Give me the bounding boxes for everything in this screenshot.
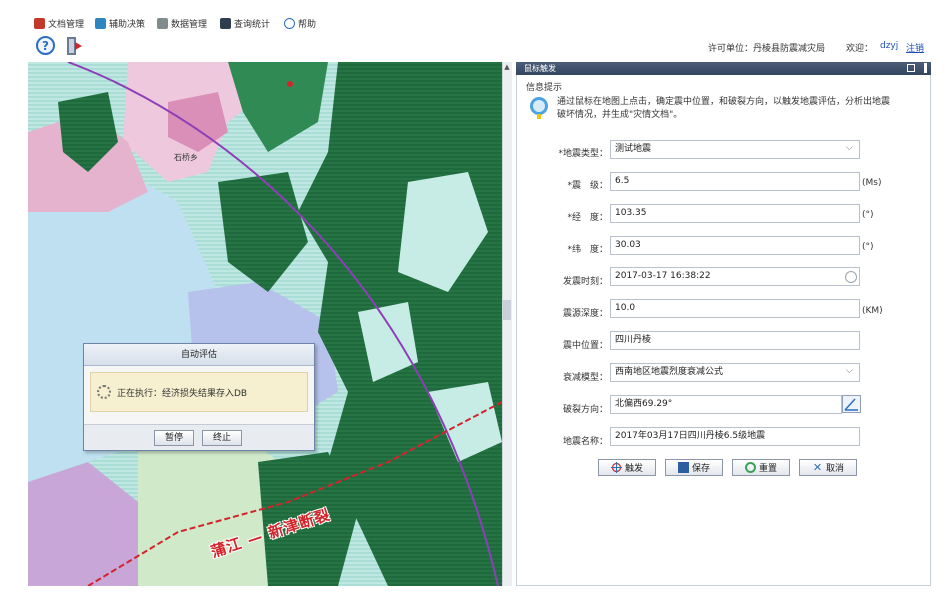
save-button-label: 保存 xyxy=(691,464,710,474)
clock-icon[interactable] xyxy=(845,271,857,283)
trigger-button[interactable]: 触发 xyxy=(598,459,656,476)
dialog-footer: 暂停 终止 xyxy=(84,424,314,450)
data-icon xyxy=(157,17,168,29)
latitude-label: *纬 度： xyxy=(567,245,608,255)
crosshair-icon xyxy=(610,462,622,473)
direction-pick-button[interactable] xyxy=(842,395,861,413)
magnitude-label: *震 级： xyxy=(567,181,608,191)
depth-label: 震源深度： xyxy=(562,309,608,319)
menu-bar: 文档管理 辅助决策 数据管理 查询统计 帮助 xyxy=(0,0,949,34)
latitude-input[interactable]: 30.03 xyxy=(610,236,860,255)
maximize-icon[interactable] xyxy=(907,64,915,72)
occurrence-time-input[interactable]: 2017-03-17 16:38:22 xyxy=(610,267,860,286)
rupture-direction-input[interactable]: 北偏西69.29° xyxy=(610,395,842,414)
quake-name-input[interactable]: 2017年03月17日四川丹棱6.5级地震 xyxy=(610,427,860,446)
license-text: 许可单位：丹棱县防震减灾局 xyxy=(708,44,826,54)
chevron-down-icon[interactable]: ⌵ xyxy=(846,366,853,376)
exit-button[interactable] xyxy=(66,36,84,56)
menu-label: 帮助 xyxy=(298,19,317,30)
trigger-button-label: 触发 xyxy=(624,464,643,474)
map-scrollbar[interactable] xyxy=(502,62,512,586)
dialog-body: 正在执行：经济损失结果存入DB xyxy=(90,372,308,412)
magnitude-input[interactable]: 6.5 xyxy=(610,172,860,191)
scroll-up-icon[interactable]: ▲ xyxy=(502,62,512,72)
logout-link[interactable]: 注销 xyxy=(906,41,924,54)
refresh-icon xyxy=(744,462,756,473)
epicenter-input[interactable]: 四川丹棱 xyxy=(610,331,860,350)
info-icon xyxy=(530,97,548,119)
chart-icon xyxy=(220,17,231,29)
menu-data-management[interactable]: 数据管理 xyxy=(157,16,207,30)
close-icon: ✕ xyxy=(812,461,823,474)
document-icon xyxy=(34,17,45,29)
location-marker-icon xyxy=(287,81,293,87)
rupture-direction-label: 破裂方向： xyxy=(562,405,608,415)
map-canvas xyxy=(28,62,502,586)
floppy-icon xyxy=(677,462,689,473)
stop-button[interactable]: 终止 xyxy=(202,430,242,446)
exit-icon xyxy=(67,37,82,55)
attenuation-model-select[interactable]: 西南地区地震烈度衰减公式 xyxy=(610,363,860,382)
app-window: 文档管理 辅助决策 数据管理 查询统计 帮助 ? 许可单位：丹棱县防震减灾局 欢… xyxy=(0,0,949,602)
cancel-button-label: 取消 xyxy=(825,464,844,474)
panel-title: 鼠标触发 xyxy=(516,62,931,75)
help-button[interactable]: ? xyxy=(36,36,55,55)
dialog-title: 自动评估 xyxy=(84,344,314,366)
magnitude-unit: (Ms) xyxy=(862,178,882,188)
welcome-text: 欢迎： xyxy=(846,44,874,54)
menu-document-management[interactable]: 文档管理 xyxy=(34,16,84,30)
menu-label: 查询统计 xyxy=(234,19,271,30)
pin-icon[interactable] xyxy=(924,63,927,73)
help-icon xyxy=(284,17,295,29)
reset-button-label: 重置 xyxy=(758,464,777,474)
longitude-input[interactable]: 103.35 xyxy=(610,204,860,223)
attenuation-model-label: 衰减模型： xyxy=(562,373,608,383)
menu-label: 数据管理 xyxy=(171,19,208,30)
menu-label: 辅助决策 xyxy=(109,19,146,30)
menu-help[interactable]: 帮助 xyxy=(284,16,316,30)
chevron-down-icon[interactable]: ⌵ xyxy=(846,143,853,153)
menu-label: 文档管理 xyxy=(48,19,85,30)
latitude-unit: (°) xyxy=(862,242,874,252)
longitude-label: *经 度： xyxy=(567,213,608,223)
epicenter-label: 震中位置： xyxy=(562,341,608,351)
menu-decision-support[interactable]: 辅助决策 xyxy=(95,16,145,30)
cancel-button[interactable]: ✕ 取消 xyxy=(799,459,857,476)
dialog-status: 正在执行：经济损失结果存入DB xyxy=(117,388,248,399)
info-text: 通过鼠标在地图上点击，确定震中位置，和破裂方向，以触发地震评估，分析出地震破坏情… xyxy=(557,97,891,120)
question-icon: ? xyxy=(42,38,49,53)
quake-type-select[interactable]: 测试地震 xyxy=(610,140,860,159)
spinner-icon xyxy=(97,385,111,399)
decision-icon xyxy=(95,17,106,29)
progress-dialog: 自动评估 正在执行：经济损失结果存入DB 暂停 终止 xyxy=(83,343,315,451)
map-view[interactable]: 石桥乡 蒲江 — 新津断裂 xyxy=(28,62,502,586)
depth-unit: (KM) xyxy=(862,306,883,316)
occurrence-time-label: 发震时刻： xyxy=(562,277,608,287)
username: dzyj xyxy=(880,41,899,51)
quake-type-label: *地震类型： xyxy=(558,149,608,159)
scroll-thumb[interactable] xyxy=(503,300,511,320)
town-label: 石桥乡 xyxy=(174,153,198,162)
angle-icon xyxy=(844,398,858,411)
quake-name-label: 地震名称： xyxy=(562,437,608,447)
depth-input[interactable]: 10.0 xyxy=(610,299,860,318)
save-button[interactable]: 保存 xyxy=(665,459,723,476)
pause-button[interactable]: 暂停 xyxy=(154,430,194,446)
longitude-unit: (°) xyxy=(862,210,874,220)
reset-button[interactable]: 重置 xyxy=(732,459,790,476)
menu-query-statistics[interactable]: 查询统计 xyxy=(220,16,270,30)
info-title: 信息提示 xyxy=(526,83,563,93)
